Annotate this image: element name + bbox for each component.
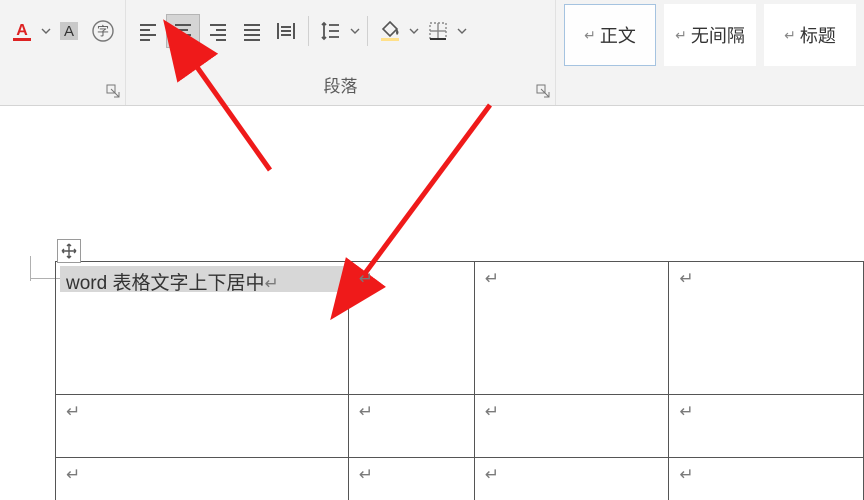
align-justify-button[interactable] bbox=[236, 15, 268, 47]
cell-end-mark-icon: ↵ bbox=[359, 465, 373, 484]
cell-end-mark-icon: ↵ bbox=[359, 269, 373, 288]
ribbon-group-paragraph: 段落 bbox=[126, 0, 556, 105]
document-table[interactable]: word 表格文字上下居中↵↵↵↵↵↵↵↵↵↵↵↵ bbox=[55, 261, 864, 500]
cell-text: ↵ bbox=[359, 464, 373, 485]
cell-text: ↵ bbox=[485, 464, 499, 485]
table-cell[interactable]: ↵ bbox=[669, 395, 864, 458]
paragraph-mark-icon: ↵ bbox=[784, 27, 796, 44]
borders-button[interactable] bbox=[422, 15, 454, 47]
cell-end-mark-icon: ↵ bbox=[66, 465, 80, 484]
ruler-guide-v bbox=[30, 256, 31, 281]
cell-text: ↵ bbox=[66, 401, 80, 422]
align-left-button[interactable] bbox=[132, 15, 164, 47]
line-spacing-dropdown[interactable] bbox=[349, 15, 361, 47]
table-cell[interactable]: word 表格文字上下居中↵ bbox=[56, 262, 349, 395]
cell-end-mark-icon: ↵ bbox=[485, 269, 499, 288]
style-item-0[interactable]: ↵正文 bbox=[564, 4, 656, 66]
document-area[interactable]: word 表格文字上下居中↵↵↵↵↵↵↵↵↵↵↵↵ bbox=[0, 106, 864, 500]
table-cell[interactable]: ↵ bbox=[348, 262, 474, 395]
table-cell[interactable]: ↵ bbox=[669, 262, 864, 395]
ribbon-group-styles: ↵正文↵无间隔↵标题 bbox=[556, 0, 864, 105]
align-right-button[interactable] bbox=[202, 15, 234, 47]
page: word 表格文字上下居中↵↵↵↵↵↵↵↵↵↵↵↵ bbox=[55, 261, 864, 500]
separator bbox=[367, 16, 368, 46]
style-item-2[interactable]: ↵标题 bbox=[764, 4, 856, 66]
separator bbox=[308, 16, 309, 46]
align-distributed-button[interactable] bbox=[270, 15, 302, 47]
cell-end-mark-icon: ↵ bbox=[359, 402, 373, 421]
text-highlight-button[interactable]: A bbox=[54, 15, 86, 47]
cell-text: ↵ bbox=[679, 401, 693, 422]
cell-end-mark-icon: ↵ bbox=[264, 274, 278, 293]
table-cell[interactable]: ↵ bbox=[348, 458, 474, 500]
align-center-button[interactable] bbox=[166, 14, 200, 48]
style-item-label: 无间隔 bbox=[691, 22, 745, 48]
cell-text: ↵ bbox=[359, 401, 373, 422]
table-cell[interactable]: ↵ bbox=[348, 395, 474, 458]
cell-text: ↵ bbox=[66, 464, 80, 485]
table-cell[interactable]: ↵ bbox=[474, 458, 669, 500]
style-item-label: 正文 bbox=[600, 22, 636, 48]
paragraph-mark-icon: ↵ bbox=[675, 27, 687, 44]
style-item-label: 标题 bbox=[800, 22, 836, 48]
cell-end-mark-icon: ↵ bbox=[679, 269, 693, 288]
cell-text: ↵ bbox=[485, 401, 499, 422]
cell-text: ↵ bbox=[485, 268, 499, 289]
ribbon: A A 字 bbox=[0, 0, 864, 106]
shading-button[interactable] bbox=[374, 15, 406, 47]
cell-end-mark-icon: ↵ bbox=[679, 402, 693, 421]
svg-text:字: 字 bbox=[97, 23, 109, 38]
cell-text: ↵ bbox=[359, 268, 373, 289]
char-border-button[interactable]: 字 bbox=[87, 15, 119, 47]
table-cell[interactable]: ↵ bbox=[669, 458, 864, 500]
table-cell[interactable]: ↵ bbox=[474, 395, 669, 458]
paragraph-group-label: 段落 bbox=[126, 72, 555, 97]
cell-end-mark-icon: ↵ bbox=[66, 402, 80, 421]
shading-dropdown[interactable] bbox=[408, 15, 420, 47]
font-dialog-launcher[interactable] bbox=[105, 83, 121, 99]
cell-text: word 表格文字上下居中↵ bbox=[66, 273, 279, 294]
table-cell[interactable]: ↵ bbox=[56, 458, 349, 500]
table-row: word 表格文字上下居中↵↵↵↵ bbox=[56, 262, 864, 395]
cell-text: ↵ bbox=[679, 464, 693, 485]
cell-end-mark-icon: ↵ bbox=[485, 402, 499, 421]
table-cell[interactable]: ↵ bbox=[474, 262, 669, 395]
cell-end-mark-icon: ↵ bbox=[679, 465, 693, 484]
style-item-1[interactable]: ↵无间隔 bbox=[664, 4, 756, 66]
paragraph-mark-icon: ↵ bbox=[584, 27, 596, 44]
ribbon-group-font: A A 字 bbox=[0, 0, 126, 105]
line-spacing-button[interactable] bbox=[315, 15, 347, 47]
table-row: ↵ ↵ ↵ ↵ bbox=[56, 458, 864, 500]
table-cell[interactable]: ↵ bbox=[56, 395, 349, 458]
table-row: ↵ ↵ ↵ ↵ bbox=[56, 395, 864, 458]
font-color-button[interactable]: A bbox=[6, 15, 38, 47]
cell-text: ↵ bbox=[679, 268, 693, 289]
font-color-dropdown[interactable] bbox=[40, 15, 52, 47]
borders-dropdown[interactable] bbox=[456, 15, 468, 47]
table-move-handle[interactable] bbox=[57, 239, 81, 263]
cell-end-mark-icon: ↵ bbox=[485, 465, 499, 484]
svg-text:A: A bbox=[64, 23, 74, 40]
paragraph-dialog-launcher[interactable] bbox=[535, 83, 551, 99]
svg-text:A: A bbox=[16, 22, 28, 39]
